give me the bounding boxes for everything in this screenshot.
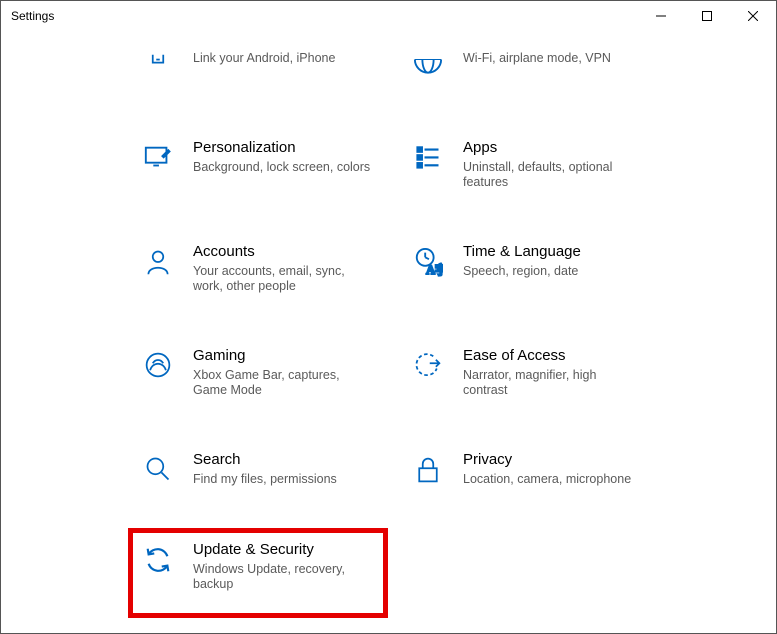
settings-grid: Link your Android, iPhone Wi-Fi, airplan… [141,49,671,593]
person-icon [141,247,175,281]
svg-text:A字: A字 [426,262,443,277]
update-icon [141,545,175,579]
category-desc: Windows Update, recovery, backup [193,562,373,593]
category-title: Privacy [463,451,631,470]
phone-icon [141,53,175,87]
category-ease-of-access[interactable]: Ease of Access Narrator, magnifier, high… [411,347,661,399]
category-desc: Speech, region, date [463,264,581,280]
apps-icon [411,143,445,177]
category-gaming[interactable]: Gaming Xbox Game Bar, captures, Game Mod… [141,347,391,399]
search-icon [141,455,175,489]
category-title: Update & Security [193,541,373,560]
category-title: Accounts [193,243,373,262]
category-title: Personalization [193,139,370,158]
category-time-language[interactable]: A字 Time & Language Speech, region, date [411,243,661,295]
category-desc: Narrator, magnifier, high contrast [463,368,643,399]
category-desc: Wi-Fi, airplane mode, VPN [463,51,611,67]
category-search[interactable]: Search Find my files, permissions [141,451,391,489]
category-accounts[interactable]: Accounts Your accounts, email, sync, wor… [141,243,391,295]
category-desc: Find my files, permissions [193,472,337,488]
category-network[interactable]: Wi-Fi, airplane mode, VPN [411,49,661,87]
time-language-icon: A字 [411,247,445,281]
gaming-icon [141,351,175,385]
category-desc: Link your Android, iPhone [193,51,335,67]
category-update-security[interactable]: Update & Security Windows Update, recove… [141,541,391,593]
category-personalization[interactable]: Personalization Background, lock screen,… [141,139,391,191]
category-title: Time & Language [463,243,581,262]
category-desc: Location, camera, microphone [463,472,631,488]
minimize-button[interactable] [638,1,684,31]
settings-grid-area: Link your Android, iPhone Wi-Fi, airplan… [1,31,776,633]
category-desc: Your accounts, email, sync, work, other … [193,264,373,295]
category-desc: Xbox Game Bar, captures, Game Mode [193,368,373,399]
lock-icon [411,455,445,489]
category-apps[interactable]: Apps Uninstall, defaults, optional featu… [411,139,661,191]
category-title: Search [193,451,337,470]
category-privacy[interactable]: Privacy Location, camera, microphone [411,451,661,489]
category-desc: Background, lock screen, colors [193,160,370,176]
window-controls [638,1,776,31]
maximize-button[interactable] [684,1,730,31]
category-title: Gaming [193,347,373,366]
globe-icon [411,53,445,87]
ease-of-access-icon [411,351,445,385]
personalization-icon [141,143,175,177]
close-button[interactable] [730,1,776,31]
titlebar: Settings [1,1,776,31]
category-desc: Uninstall, defaults, optional features [463,160,643,191]
settings-window: Settings [0,0,777,634]
window-title: Settings [1,9,54,23]
category-title: Apps [463,139,643,158]
category-phone[interactable]: Link your Android, iPhone [141,49,391,87]
category-title: Ease of Access [463,347,643,366]
